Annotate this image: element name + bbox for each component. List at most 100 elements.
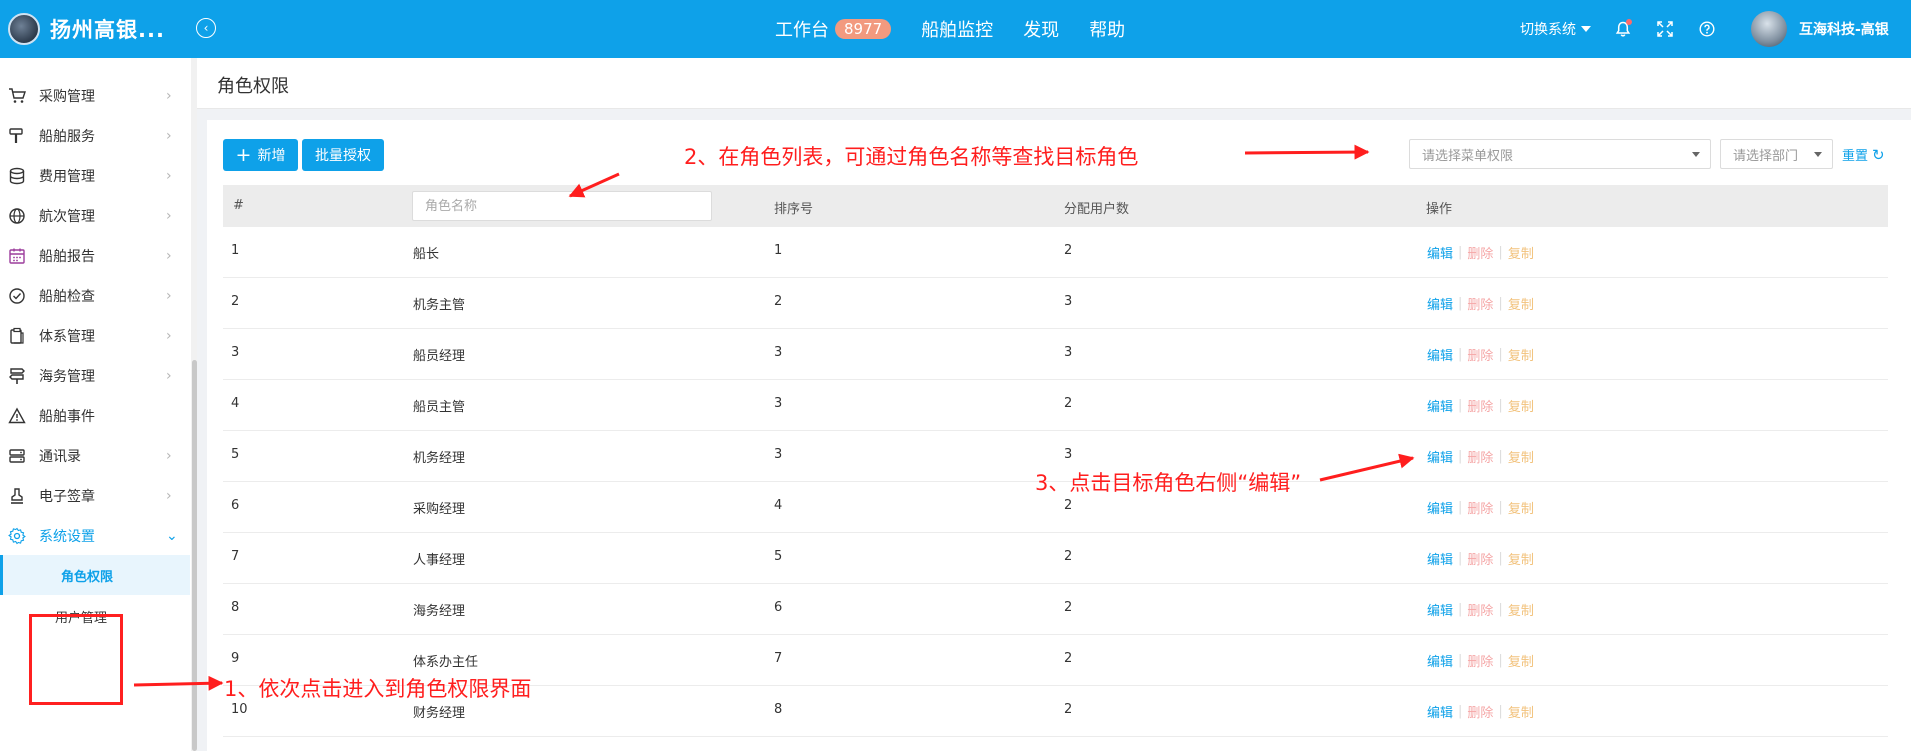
chevron-right-icon: ›	[166, 248, 172, 264]
sidebar-item-label: 船舶事件	[39, 409, 95, 425]
nav-ship-monitor[interactable]: 船舶监控	[921, 16, 993, 42]
copy-link[interactable]: 复制	[1508, 294, 1534, 313]
separator: |	[1498, 704, 1503, 719]
chevron-down-icon: ⌄	[166, 528, 178, 544]
nav-help[interactable]: 帮助	[1089, 16, 1125, 42]
cell-user-count: 3	[1064, 294, 1073, 309]
add-button[interactable]: + 新增	[223, 139, 298, 171]
cell-user-count: 2	[1064, 396, 1073, 411]
delete-link[interactable]: 删除	[1467, 447, 1493, 466]
edit-link[interactable]: 编辑	[1427, 702, 1453, 721]
menu-permission-select[interactable]: 请选择菜单权限	[1409, 139, 1711, 169]
sidebar-item-system-mgmt[interactable]: 体系管理 ›	[0, 316, 190, 356]
copy-link[interactable]: 复制	[1508, 498, 1534, 517]
sidebar-item-e-signature[interactable]: 电子签章 ›	[0, 476, 190, 516]
nav-workbench[interactable]: 工作台 8977	[775, 16, 892, 42]
copy-link[interactable]: 复制	[1508, 345, 1534, 364]
annotation-step1: 1、依次点击进入到角色权限界面	[224, 677, 532, 701]
sidebar-item-ship-report[interactable]: 船舶报告 ›	[0, 236, 190, 276]
delete-link[interactable]: 删除	[1467, 345, 1493, 364]
cell-user-count: 2	[1064, 498, 1073, 513]
chevron-right-icon: ›	[166, 168, 172, 184]
copy-link[interactable]: 复制	[1508, 702, 1534, 721]
avatar[interactable]	[1751, 11, 1787, 47]
edit-link[interactable]: 编辑	[1427, 396, 1453, 415]
switch-system-dropdown[interactable]: 切换系统	[1520, 19, 1591, 39]
sidebar-item-voyage[interactable]: 航次管理 ›	[0, 196, 190, 236]
reset-label: 重置	[1842, 149, 1869, 164]
delete-link[interactable]: 删除	[1467, 396, 1493, 415]
edit-link[interactable]: 编辑	[1427, 243, 1453, 262]
sidebar-item-contacts[interactable]: 通讯录 ›	[0, 436, 190, 476]
cell-actions: 编辑 | 删除 | 复制	[1427, 396, 1534, 415]
delete-link[interactable]: 删除	[1467, 600, 1493, 619]
sidebar-item-ship-inspection[interactable]: 船舶检查 ›	[0, 276, 190, 316]
brand[interactable]: 扬州高银...	[0, 0, 165, 58]
page-title: 角色权限	[217, 76, 289, 97]
sidebar-item-expense[interactable]: 费用管理 ›	[0, 156, 190, 196]
sidebar-item-label: 体系管理	[39, 329, 95, 345]
role-name-search-input[interactable]	[412, 191, 712, 221]
caret-down-icon	[1692, 152, 1700, 157]
sidebar-item-label: 船舶报告	[39, 249, 95, 265]
separator: |	[1498, 602, 1503, 617]
copy-link[interactable]: 复制	[1508, 651, 1534, 670]
username[interactable]: 互海科技-高银	[1799, 19, 1889, 39]
sidebar-item-purchase[interactable]: 采购管理 ›	[0, 76, 190, 116]
cell-order: 3	[774, 396, 783, 411]
sidebar-subitem-role-permission[interactable]: 角色权限	[0, 555, 190, 595]
cell-role-name: 船员经理	[413, 349, 466, 364]
separator: |	[1458, 449, 1463, 464]
copy-link[interactable]: 复制	[1508, 396, 1534, 415]
col-header-actions: 操作	[1426, 202, 1453, 217]
sidebar-item-marine[interactable]: 海务管理 ›	[0, 356, 190, 396]
edit-link[interactable]: 编辑	[1427, 447, 1453, 466]
department-select[interactable]: 请选择部门	[1720, 139, 1833, 169]
table-row: 2 机务主管 2 3 编辑 | 删除 | 复制	[223, 278, 1888, 329]
department-placeholder: 请选择部门	[1733, 148, 1799, 164]
sidebar-item-ship-event[interactable]: 船舶事件	[0, 396, 190, 436]
copy-link[interactable]: 复制	[1508, 243, 1534, 262]
top-right: 切换系统 互海科技-高银	[1520, 0, 1889, 58]
sidebar-item-system-settings[interactable]: 系统设置 ⌄	[0, 516, 190, 556]
copy-link[interactable]: 复制	[1508, 549, 1534, 568]
edit-link[interactable]: 编辑	[1427, 600, 1453, 619]
cell-role-name: 人事经理	[413, 553, 466, 568]
reset-button[interactable]: 重置 ↻	[1842, 145, 1885, 165]
check-circle-icon	[9, 288, 25, 304]
edit-link[interactable]: 编辑	[1427, 549, 1453, 568]
delete-link[interactable]: 删除	[1467, 549, 1493, 568]
collapse-sidebar-icon[interactable]: ‹	[196, 18, 216, 38]
cell-actions: 编辑 | 删除 | 复制	[1427, 651, 1534, 670]
cell-role-name: 采购经理	[413, 502, 466, 517]
bell-icon[interactable]	[1613, 19, 1633, 39]
help-icon[interactable]	[1697, 19, 1717, 39]
separator: |	[1458, 245, 1463, 260]
edit-link[interactable]: 编辑	[1427, 498, 1453, 517]
delete-link[interactable]: 删除	[1467, 294, 1493, 313]
delete-link[interactable]: 删除	[1467, 702, 1493, 721]
sidebar-item-ship-service[interactable]: 船舶服务 ›	[0, 116, 190, 156]
cell-order: 3	[774, 447, 783, 462]
delete-link[interactable]: 删除	[1467, 498, 1493, 517]
cell-user-count: 3	[1064, 447, 1073, 462]
copy-link[interactable]: 复制	[1508, 600, 1534, 619]
nav-discover[interactable]: 发现	[1023, 16, 1059, 42]
cell-actions: 编辑 | 删除 | 复制	[1427, 447, 1534, 466]
cell-role-name: 船长	[413, 247, 440, 262]
delete-link[interactable]: 删除	[1467, 243, 1493, 262]
sidebar-item-label: 系统设置	[39, 529, 95, 545]
edit-link[interactable]: 编辑	[1427, 294, 1453, 313]
table-row: 8 海务经理 6 2 编辑 | 删除 | 复制	[223, 584, 1888, 635]
cell-role-name: 体系办主任	[413, 655, 479, 670]
delete-link[interactable]: 删除	[1467, 651, 1493, 670]
menu-permission-placeholder: 请选择菜单权限	[1422, 148, 1514, 164]
sidebar-item-label: 船舶检查	[39, 289, 95, 305]
edit-link[interactable]: 编辑	[1427, 345, 1453, 364]
copy-link[interactable]: 复制	[1508, 447, 1534, 466]
cell-actions: 编辑 | 删除 | 复制	[1427, 294, 1534, 313]
fullscreen-icon[interactable]	[1655, 19, 1675, 39]
batch-authorize-button[interactable]: 批量授权	[302, 139, 384, 171]
edit-link[interactable]: 编辑	[1427, 651, 1453, 670]
cell-user-count: 2	[1064, 651, 1073, 666]
